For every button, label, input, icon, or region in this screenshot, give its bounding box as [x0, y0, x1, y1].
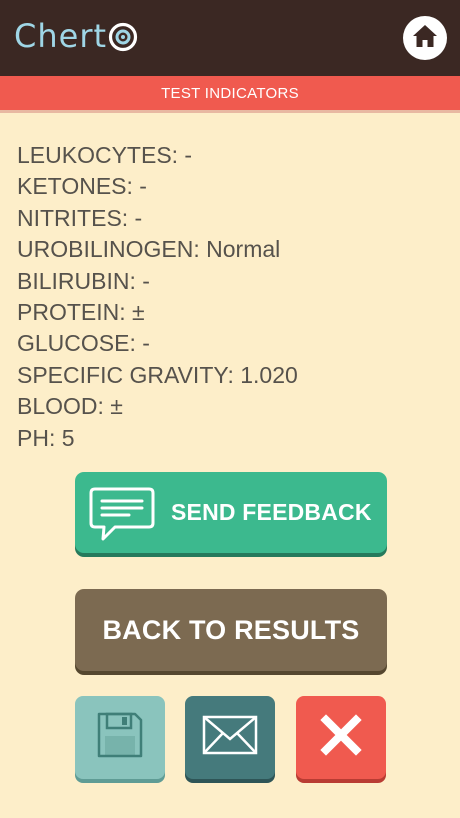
close-button[interactable] — [296, 696, 386, 779]
indicator-item: GLUCOSE: - — [17, 330, 150, 357]
save-button[interactable] — [75, 696, 165, 779]
close-icon — [320, 714, 362, 761]
send-feedback-label: SEND FEEDBACK — [171, 499, 372, 525]
indicator-item: SPECIFIC GRAVITY: 1.020 — [17, 361, 298, 388]
home-icon — [412, 24, 438, 53]
section-title: TEST INDICATORS — [161, 84, 299, 102]
chat-bubble-icon — [89, 487, 155, 548]
indicator-item: PH: 5 — [17, 424, 75, 451]
indicator-item: NITRITES: - — [17, 204, 143, 231]
indicator-item: KETONES: - — [17, 173, 147, 200]
indicator-item: BILIRUBIN: - — [17, 267, 150, 294]
indicator-item: UROBILINOGEN: Normal — [17, 236, 281, 263]
indicator-item: LEUKOCYTES: - — [17, 142, 193, 168]
indicator-item: PROTEIN: ± — [17, 299, 145, 326]
indicator-list: LEUKOCYTES: - KETONES: - NITRITES: - URO… — [17, 140, 298, 454]
send-feedback-button[interactable]: SEND FEEDBACK — [75, 472, 387, 553]
indicator-item: BLOOD: ± — [17, 393, 123, 420]
home-button[interactable] — [403, 16, 447, 60]
envelope-icon — [202, 715, 258, 760]
app-header: Chert — [0, 0, 460, 76]
section-title-bar: TEST INDICATORS — [0, 76, 460, 110]
logo-target-icon — [108, 22, 138, 52]
floppy-disk-icon — [95, 710, 145, 765]
back-to-results-label: BACK TO RESULTS — [102, 614, 360, 645]
email-button[interactable] — [185, 696, 275, 779]
back-to-results-button[interactable]: BACK TO RESULTS — [75, 589, 387, 671]
app-logo: Chert — [14, 14, 138, 58]
logo-text: Chert — [14, 17, 108, 55]
